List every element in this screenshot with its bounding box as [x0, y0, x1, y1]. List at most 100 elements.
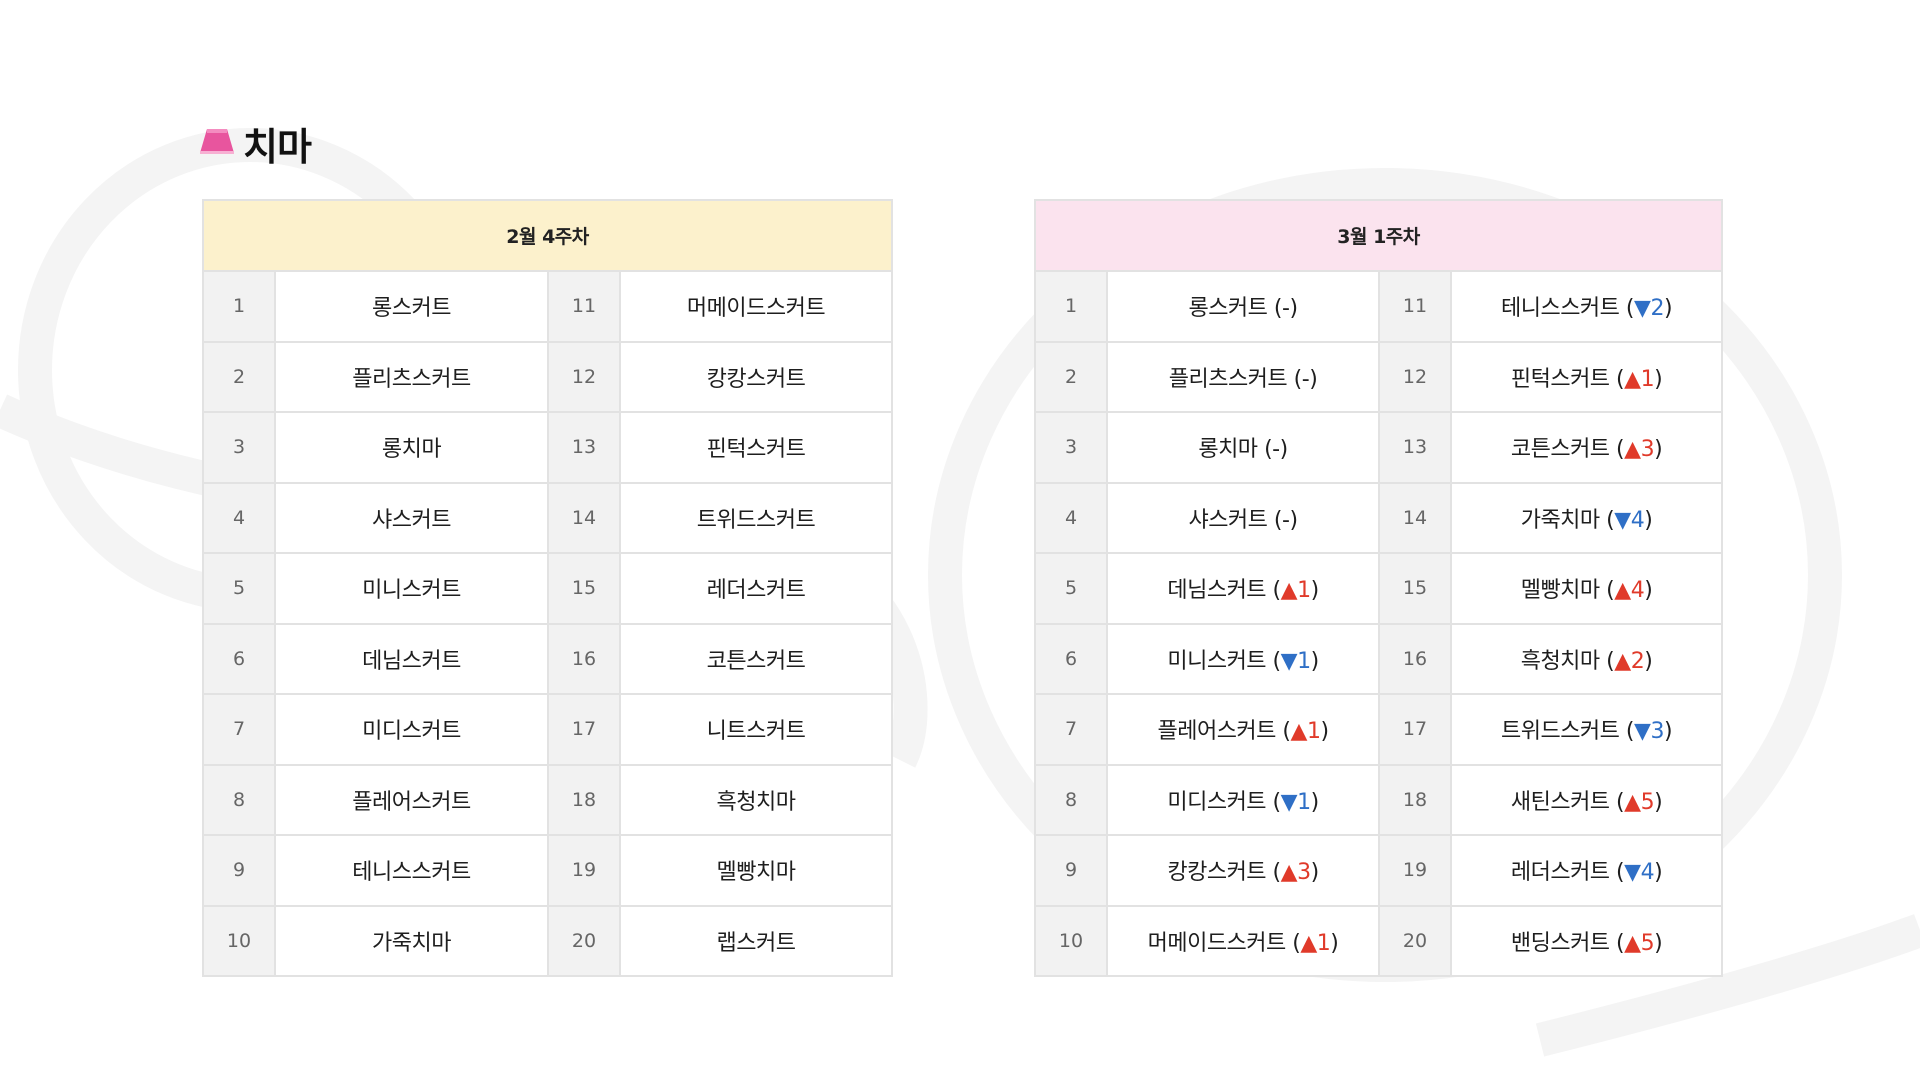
rank-change: (▼4) [1606, 507, 1653, 533]
rank-change: (-) [1294, 367, 1318, 392]
rank-change-amount: 4 [1630, 507, 1645, 533]
ranking-table-week-prev: 2월 4주차 1 롱스커트 11 머메이드스커트 2 플리츠스커트 12 캉캉스커트 3 롱치마 1… [202, 199, 893, 977]
triangle-down-icon: ▼ [1634, 719, 1651, 745]
rank-change: (▲1) [1272, 578, 1320, 604]
rank-number: 9 [1034, 834, 1108, 907]
triangle-down-icon: ▼ [1280, 789, 1298, 815]
keyword-name: 트위드스커트 [1500, 719, 1620, 745]
keyword-name: 핀턱스커트 [1510, 366, 1610, 392]
rank-number: 13 [547, 411, 621, 484]
keyword-name: 코튼스커트 [1510, 437, 1610, 463]
rank-change-amount: 1 [1640, 366, 1655, 392]
rank-change-amount: 1 [1306, 719, 1321, 745]
rank-number: 1 [1034, 270, 1108, 343]
triangle-up-icon: ▲ [1280, 860, 1298, 886]
section-heading: 치마 [199, 118, 312, 169]
keyword-cell: 멜빵치마 (▲4) [1450, 552, 1723, 625]
rank-number: 14 [547, 481, 621, 554]
rank-change-amount: 4 [1640, 860, 1655, 886]
table-row: 5 데님스커트 (▲1) 15 멜빵치마 (▲4) [1034, 552, 1723, 625]
keyword-name: 핀턱스커트 [619, 411, 893, 484]
rank-number: 17 [547, 693, 621, 766]
table-header-week: 2월 4주차 [202, 199, 893, 272]
keyword-cell: 머메이드스커트 (▲1) [1106, 904, 1380, 977]
triangle-up-icon: ▲ [1290, 719, 1308, 745]
rank-change: (▲1) [1282, 719, 1329, 745]
keyword-name: 멜빵치마 [619, 834, 893, 907]
keyword-name: 머메이드스커트 [619, 270, 893, 343]
rank-change-none: (-) [1273, 296, 1298, 322]
rank-number: 20 [547, 904, 621, 977]
keyword-name: 미디스커트 [1167, 789, 1267, 815]
triangle-up-icon: ▲ [1624, 366, 1641, 392]
table-row: 3 롱치마 (-) 13 코튼스커트 (▲3) [1034, 411, 1723, 484]
keyword-name: 새틴스커트 [1510, 789, 1610, 815]
rank-number: 9 [202, 834, 276, 907]
table-row: 8 미디스커트 (▼1) 18 새틴스커트 (▲5) [1034, 763, 1723, 836]
rank-number: 3 [1034, 411, 1108, 484]
keyword-name: 테니스스커트 [274, 834, 549, 907]
keyword-name: 레더스커트 [1510, 860, 1610, 886]
keyword-name: 미니스커트 [274, 552, 549, 625]
rank-number: 7 [1034, 693, 1108, 766]
keyword-cell: 가죽치마 (▼4) [1450, 481, 1723, 554]
rank-number: 15 [547, 552, 621, 625]
keyword-name: 플리츠스커트 [1168, 366, 1288, 392]
rank-number: 14 [1378, 481, 1452, 554]
table-row: 3 롱치마 13 핀턱스커트 [202, 411, 893, 484]
rank-number: 10 [1034, 904, 1108, 977]
rank-change-none: (-) [1293, 366, 1318, 392]
table-row: 9 테니스스커트 19 멜빵치마 [202, 834, 893, 907]
keyword-cell: 새틴스커트 (▲5) [1450, 763, 1723, 836]
rank-change-amount: 3 [1650, 719, 1664, 745]
keyword-cell: 미디스커트 (▼1) [1106, 763, 1380, 836]
rank-change: (▲4) [1606, 578, 1653, 604]
keyword-cell: 레더스커트 (▼4) [1450, 834, 1723, 907]
table-row: 6 데님스커트 16 코튼스커트 [202, 622, 893, 695]
keyword-name: 코튼스커트 [619, 622, 893, 695]
keyword-name: 가죽치마 [274, 904, 549, 977]
rank-change: (-) [1274, 296, 1298, 321]
keyword-cell: 트위드스커트 (▼3) [1450, 693, 1723, 766]
table-row: 5 미니스커트 15 레더스커트 [202, 552, 893, 625]
rank-number: 13 [1378, 411, 1452, 484]
rank-number: 12 [1378, 340, 1452, 413]
rank-number: 11 [547, 270, 621, 343]
keyword-cell: 밴딩스커트 (▲5) [1450, 904, 1723, 977]
rank-change: (▼2) [1625, 296, 1673, 322]
rank-number: 11 [1378, 270, 1452, 343]
rank-number: 18 [1378, 763, 1452, 836]
keyword-cell: 샤스커트 (-) [1106, 481, 1380, 554]
rank-number: 16 [547, 622, 621, 695]
rank-change: (-) [1274, 508, 1298, 533]
rank-number: 3 [202, 411, 276, 484]
table-header-week: 3월 1주차 [1034, 199, 1723, 272]
keyword-name: 데님스커트 [1167, 578, 1267, 604]
triangle-up-icon: ▲ [1280, 578, 1298, 604]
triangle-down-icon: ▼ [1634, 296, 1651, 322]
table-row: 10 머메이드스커트 (▲1) 20 밴딩스커트 (▲5) [1034, 904, 1723, 977]
keyword-name: 롱스커트 [274, 270, 549, 343]
triangle-up-icon: ▲ [1614, 578, 1631, 604]
keyword-name: 롱치마 [274, 411, 549, 484]
table-row: 2 플리츠스커트 12 캉캉스커트 [202, 340, 893, 413]
rank-change: (▼1) [1272, 789, 1320, 815]
rank-change: (▼1) [1272, 648, 1320, 674]
rank-number: 10 [202, 904, 276, 977]
keyword-name: 롱치마 [1198, 437, 1258, 463]
keyword-cell: 플리츠스커트 (-) [1106, 340, 1380, 413]
table-row: 7 미디스커트 17 니트스커트 [202, 693, 893, 766]
rank-change-amount: 2 [1650, 296, 1664, 322]
rank-change-amount: 1 [1316, 930, 1331, 956]
triangle-down-icon: ▼ [1614, 507, 1631, 533]
keyword-name: 캉캉스커트 [1167, 860, 1267, 886]
table-row: 4 샤스커트 14 트위드스커트 [202, 481, 893, 554]
rank-change: (▲1) [1616, 366, 1663, 392]
keyword-name: 데님스커트 [274, 622, 549, 695]
keyword-name: 레더스커트 [619, 552, 893, 625]
keyword-cell: 핀턱스커트 (▲1) [1450, 340, 1723, 413]
triangle-up-icon: ▲ [1624, 789, 1641, 815]
rank-change: (▲5) [1616, 930, 1663, 956]
keyword-name: 테니스스커트 [1500, 296, 1620, 322]
keyword-name: 머메이드스커트 [1147, 930, 1287, 956]
